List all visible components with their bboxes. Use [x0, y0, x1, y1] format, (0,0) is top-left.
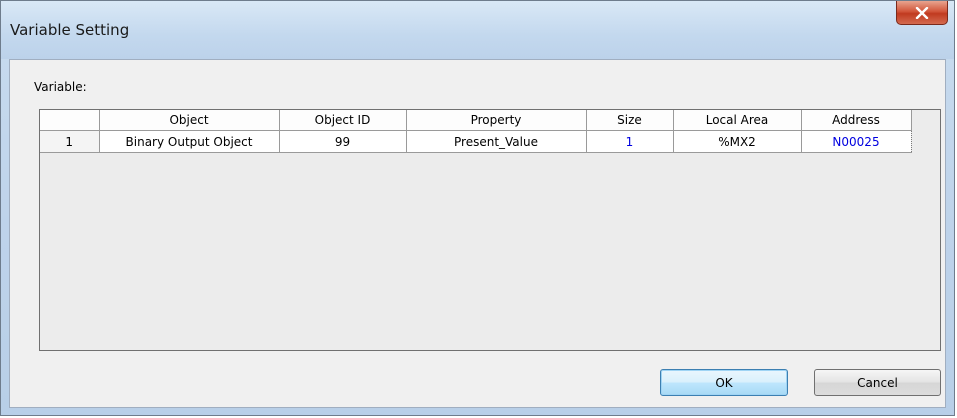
dialog-body: Variable: Object Object ID Property Size…	[9, 59, 946, 408]
column-header-object[interactable]: Object	[98, 110, 280, 131]
ok-button[interactable]: OK	[660, 369, 788, 396]
object-id-cell[interactable]: 99	[278, 130, 407, 153]
variable-grid[interactable]: Object Object ID Property Size Local Are…	[39, 109, 941, 351]
column-header-property[interactable]: Property	[405, 110, 587, 131]
column-header-index	[40, 110, 100, 131]
variable-label: Variable:	[34, 80, 87, 94]
local-area-cell[interactable]: %MX2	[672, 130, 802, 153]
variable-setting-dialog: Variable Setting Variable: Object Object…	[0, 0, 955, 416]
address-cell[interactable]: N00025	[800, 130, 912, 153]
variable-table: Object Object ID Property Size Local Are…	[40, 110, 912, 153]
close-button[interactable]	[896, 1, 948, 25]
row-index-cell[interactable]: 1	[40, 130, 100, 153]
column-header-size[interactable]: Size	[585, 110, 674, 131]
column-header-address[interactable]: Address	[800, 110, 912, 131]
window-title: Variable Setting	[10, 21, 130, 39]
table-row[interactable]: 1 Binary Output Object 99 Present_Value …	[40, 130, 912, 153]
column-header-object-id[interactable]: Object ID	[278, 110, 407, 131]
cancel-button[interactable]: Cancel	[814, 369, 941, 396]
property-cell[interactable]: Present_Value	[405, 130, 587, 153]
column-header-local-area[interactable]: Local Area	[672, 110, 802, 131]
title-bar[interactable]: Variable Setting	[1, 1, 954, 59]
size-cell[interactable]: 1	[585, 130, 674, 153]
close-icon	[915, 6, 929, 19]
table-header-row: Object Object ID Property Size Local Are…	[40, 110, 912, 131]
object-cell[interactable]: Binary Output Object	[98, 130, 280, 153]
